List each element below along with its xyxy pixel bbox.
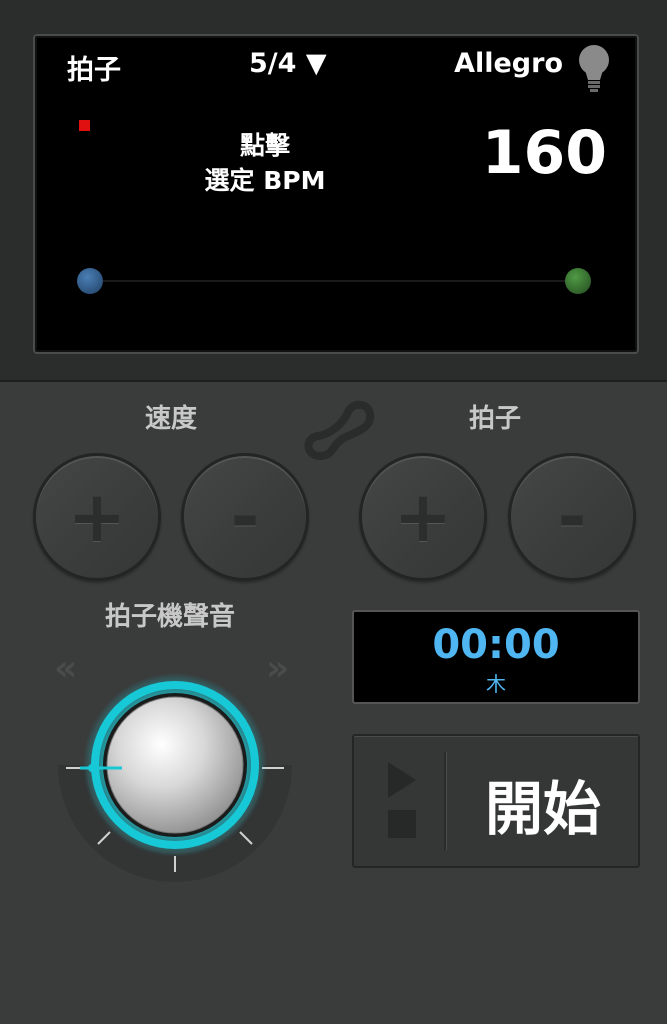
tempo-name: Allegro — [454, 48, 563, 79]
tempo-minus-button[interactable]: - — [181, 453, 309, 581]
beat-plus-button[interactable]: + — [359, 453, 487, 581]
beat-start-marker — [77, 268, 103, 294]
plus-icon: + — [393, 476, 453, 558]
timer-value: 00:00 — [432, 622, 560, 668]
tempo-label: 速度 — [144, 404, 197, 434]
beat-control-label: 拍子 — [468, 404, 521, 434]
lightbulb-icon[interactable] — [577, 44, 611, 94]
sound-knob[interactable] — [50, 660, 300, 910]
timer-display: 00:00 木 — [352, 610, 640, 704]
start-label: 開始 — [484, 775, 601, 843]
infinity-icon[interactable] — [298, 394, 378, 474]
metronome-display: 拍子 5/4 ▼ Allegro 點擊 選定 BPM 160 — [33, 34, 639, 354]
beat-label: 拍子 — [67, 55, 121, 86]
stop-icon — [388, 810, 416, 838]
beat-end-marker — [565, 268, 591, 294]
minus-icon: - — [230, 476, 260, 558]
top-panel: 拍子 5/4 ▼ Allegro 點擊 選定 BPM 160 — [0, 0, 667, 382]
sound-label: 拍子機聲音 — [104, 602, 235, 632]
tap-hint-line1: 點擊 — [239, 131, 290, 160]
beat-progress-track — [91, 280, 581, 282]
beat-indicator — [79, 120, 90, 131]
play-icon — [388, 762, 416, 798]
start-divider — [444, 752, 446, 850]
timer-sound-name: 木 — [486, 672, 506, 696]
tempo-plus-button[interactable]: + — [33, 453, 161, 581]
tap-bpm-area[interactable]: 點擊 選定 BPM — [185, 128, 345, 198]
start-button[interactable]: 開始 — [352, 734, 640, 868]
time-signature-selector[interactable]: 5/4 ▼ — [249, 48, 327, 79]
minus-icon: - — [557, 476, 587, 558]
beat-minus-button[interactable]: - — [508, 453, 636, 581]
tap-hint-line2: 選定 BPM — [204, 166, 326, 195]
bpm-value: 160 — [481, 118, 607, 188]
plus-icon: + — [67, 476, 127, 558]
